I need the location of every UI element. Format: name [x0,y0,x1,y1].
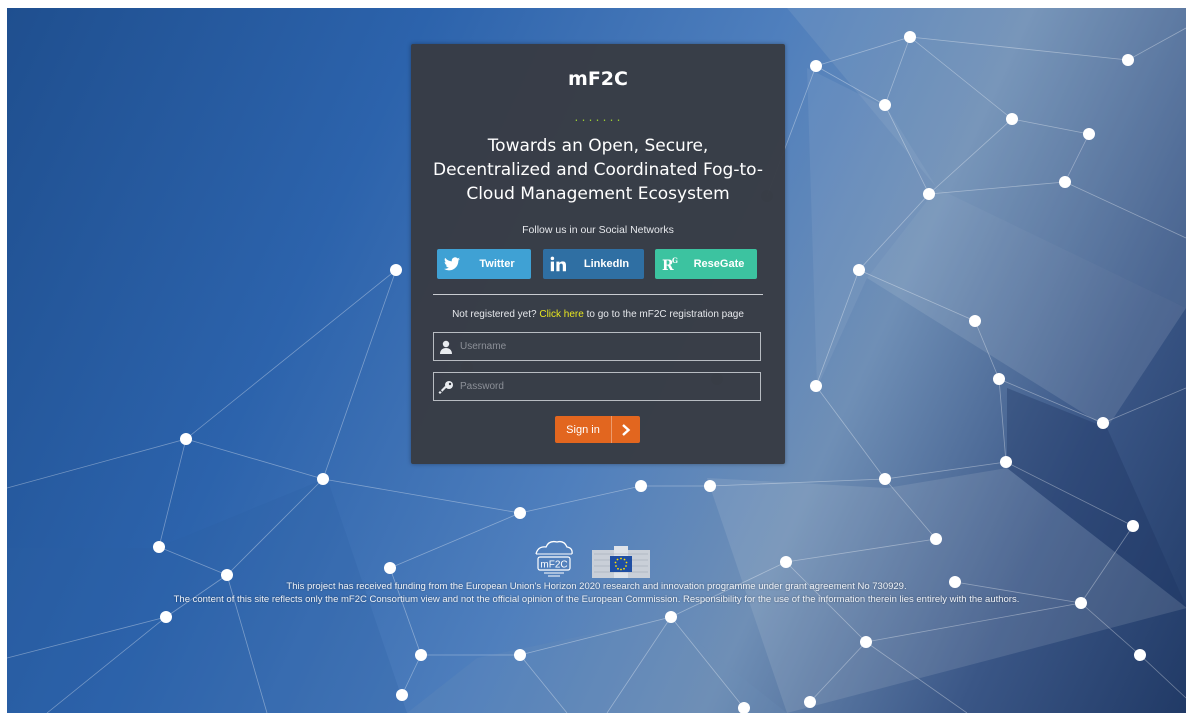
researchgate-label: ReseGate [693,258,745,270]
password-field [433,372,761,401]
twitter-bird-icon [437,249,467,279]
brand-title: mF2C [568,68,628,90]
key-icon [434,373,458,400]
register-suffix: to go to the mF2C registration page [583,309,744,320]
password-input[interactable] [458,374,760,399]
register-link[interactable]: Click here [539,309,583,320]
twitter-button[interactable]: Twitter [437,249,531,279]
tagline-line: Decentralized and Coordinated Fog-to- [432,160,763,180]
eu-commission-logo [592,546,650,578]
mf2c-logo: mF2C [535,540,573,577]
username-input[interactable] [458,334,760,359]
disclaimer-notice: The content of this site reflects only t… [173,594,1020,605]
mf2c-logo-text: mF2C [540,560,567,571]
username-field [433,332,761,361]
tagline: Towards an Open, Secure, Decentralized a… [421,134,775,206]
chevron-right-icon [612,423,640,436]
twitter-label: Twitter [479,258,515,270]
signin-button[interactable]: Sign in [555,416,640,443]
linkedin-icon [543,249,573,279]
user-icon [434,333,458,360]
researchgate-button[interactable]: R G ReseGate [655,249,757,279]
brand-accent-dots: ....... [573,113,623,124]
register-prompt: Not registered yet? Click here to go to … [411,309,785,320]
divider [433,294,763,295]
login-card: mF2C ....... Towards an Open, Secure, De… [411,44,785,464]
researchgate-icon: R G [655,249,685,279]
linkedin-button[interactable]: LinkedIn [543,249,644,279]
register-prefix: Not registered yet? [452,309,540,320]
svg-text:G: G [672,256,678,265]
signin-label: Sign in [566,423,600,436]
funding-notice: This project has received funding from t… [286,581,907,592]
linkedin-label: LinkedIn [583,258,630,270]
footer-logos: mF2C [530,538,665,580]
social-caption: Follow us in our Social Networks [522,224,674,236]
tagline-line: Cloud Management Ecosystem [466,184,730,204]
tagline-line: Towards an Open, Secure, [487,136,709,156]
